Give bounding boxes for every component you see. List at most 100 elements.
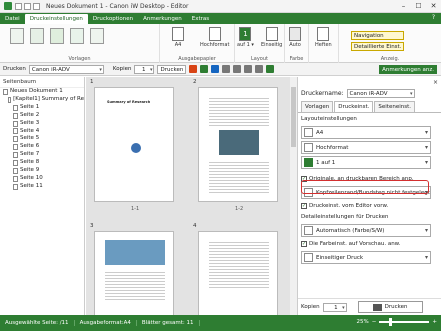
tree-item[interactable]: Seite 6 — [3, 143, 84, 151]
detail-section-title: Detaileinstellungen für Drucken — [301, 214, 389, 220]
undo-quick-icon[interactable] — [24, 2, 31, 10]
pages-per-sheet-button[interactable]: 1 auf 1 ▾ — [237, 27, 254, 48]
zoom-slider[interactable] — [379, 318, 430, 326]
reset-icon[interactable] — [266, 65, 275, 73]
zoom-in-icon[interactable]: + — [432, 319, 437, 325]
page-thumbnail-3[interactable] — [94, 231, 174, 321]
tree-item[interactable]: Seite 1 — [3, 104, 84, 112]
tab-druckoptionen[interactable]: Druckoptionen — [88, 14, 138, 24]
print-toolbar: Drucken Canon iR-ADV Kopien 1 Drucken An… — [0, 63, 441, 76]
zoom-slider-thumb[interactable] — [389, 318, 393, 326]
ribbon-group-label: Anzeig. — [380, 56, 400, 62]
color-button[interactable]: Auto — [289, 27, 301, 48]
tree-item[interactable]: Seite 3 — [3, 120, 84, 128]
ribbon-group-layout: 1 auf 1 ▾ Einseitig Layout — [235, 24, 285, 63]
zoom-icon[interactable] — [233, 65, 242, 73]
template-1-icon[interactable] — [10, 28, 24, 44]
tree-item[interactable]: Seite 7 — [3, 151, 84, 159]
tab-druckeinst[interactable]: Druckeinst. — [334, 101, 374, 112]
copies-field[interactable]: 1 — [134, 64, 155, 74]
printer-icon — [372, 303, 382, 311]
orientation-select[interactable]: Hochformat ▾ — [301, 141, 431, 154]
fit-icon[interactable] — [244, 65, 253, 73]
ribbon-group-label: Vorlagen — [68, 56, 91, 62]
close-window-button[interactable]: ✕ — [426, 0, 441, 13]
settings-tabs: Vorlagen Druckeinst. Seiteneinst. — [298, 101, 441, 113]
tab-druckeinstellungen[interactable]: Druckeinstellungen — [24, 14, 88, 24]
tab-seiteneinst[interactable]: Seiteneinst. — [374, 101, 416, 112]
help-icon[interactable]: ? — [432, 14, 435, 21]
show-annotations-button[interactable]: Anmerkungen anz. — [379, 64, 437, 74]
print-icon[interactable] — [189, 65, 198, 73]
ribbon-group-vorlagen: Vorlagen — [0, 24, 160, 63]
template-2-icon[interactable] — [30, 28, 44, 44]
copies-label: Kopien — [112, 66, 132, 72]
folder-icon — [3, 88, 8, 95]
page-thumbnail-1[interactable]: Summary of Research — [94, 87, 174, 202]
page-thumbnail-4[interactable] — [198, 231, 278, 321]
zoom-control: 25% − + — [357, 318, 437, 326]
template-4-icon[interactable] — [70, 28, 84, 44]
preview-settings-checkbox[interactable]: ✓ Druckeinst. vom Editor vorw. — [301, 201, 441, 211]
tab-anmerkungen[interactable]: Anmerkungen — [138, 14, 187, 24]
save-quick-icon[interactable] — [15, 2, 22, 10]
tree-item[interactable]: Seite 10 — [3, 175, 84, 183]
staple-button[interactable]: Heften — [315, 27, 332, 48]
tree-item[interactable]: Seite 11 — [3, 183, 84, 191]
template-5-icon[interactable] — [90, 28, 104, 44]
tree-item[interactable]: [Kapitel1] Summary of Re — [3, 96, 84, 104]
print-button[interactable]: Drucken — [357, 301, 423, 313]
navigation-button[interactable]: Navigation — [351, 31, 405, 40]
printer-select[interactable]: Canon iR-ADV — [28, 64, 104, 74]
redo-quick-icon[interactable] — [33, 2, 40, 10]
printer-label: Drucken — [3, 66, 26, 72]
minimize-button[interactable]: – — [396, 0, 411, 13]
paper-size-select[interactable]: A4 ▾ — [301, 126, 431, 139]
tab-vorlagen[interactable]: Vorlagen — [301, 101, 334, 112]
app-icon — [4, 2, 12, 10]
page-icon — [13, 136, 18, 143]
print-button[interactable]: Drucken — [157, 64, 187, 74]
annotation-icon[interactable] — [200, 65, 209, 73]
paper-size-button[interactable]: A4 — [172, 27, 184, 48]
sided-icon — [265, 27, 278, 41]
window-title: Neues Dokument 1 - Canon iW Desktop - Ed… — [46, 2, 189, 10]
close-pane-icon[interactable]: × — [433, 79, 438, 86]
tree-item[interactable]: Seite 8 — [3, 159, 84, 167]
copies-field[interactable]: 1 — [322, 302, 347, 312]
tree-item[interactable]: Seite 9 — [3, 167, 84, 175]
tree-item[interactable]: Neues Dokument 1 — [3, 88, 84, 96]
settings-pane: × Druckername: Canon iR-ADV Vorlagen Dru… — [297, 77, 441, 315]
rotate-icon[interactable] — [255, 65, 264, 73]
tab-extras[interactable]: Extras — [187, 14, 214, 24]
logo-icon — [131, 143, 141, 153]
layout-section-title: Layouteinstellungen — [301, 116, 357, 122]
scroll-thumb[interactable] — [291, 87, 296, 147]
paper-icon — [304, 128, 313, 137]
apply-color-checkbox[interactable]: ✓ Die Farbeinst. auf Vorschau. anw. — [301, 239, 441, 249]
printer-name-label: Druckername: — [301, 89, 344, 97]
printer-name-select[interactable]: Canon iR-ADV — [346, 88, 415, 98]
zoom-out-icon[interactable]: − — [372, 319, 377, 325]
tree-item[interactable]: Seite 4 — [3, 128, 84, 136]
ribbon-group-label: Ausgabepapier — [178, 56, 216, 62]
duplex-select[interactable]: Einseitiger Druck ▾ — [301, 251, 431, 264]
maximize-button[interactable]: ☐ — [411, 0, 426, 13]
orientation-button[interactable]: Hochformat — [200, 27, 229, 48]
photo-image — [219, 130, 259, 155]
page-icon[interactable] — [222, 65, 231, 73]
preview-scrollbar[interactable] — [290, 77, 297, 315]
tree-item[interactable]: Seite 5 — [3, 135, 84, 143]
settings-icon[interactable] — [211, 65, 220, 73]
sided-button[interactable]: Einseitig — [261, 27, 282, 48]
template-3-icon[interactable] — [50, 28, 64, 44]
tab-datei[interactable]: Datei — [0, 14, 25, 24]
ribbon-group-ausgabepapier: A4 Hochformat Ausgabepapier — [160, 24, 235, 63]
pages-per-sheet-icon: 1 — [239, 27, 252, 41]
tree-item-label: Seite 11 — [20, 182, 43, 189]
page-thumbnail-2[interactable] — [198, 87, 278, 202]
color-mode-select[interactable]: Automatisch (Farbe/S/W) ▾ — [301, 224, 431, 237]
tree-item[interactable]: Seite 2 — [3, 112, 84, 120]
detail-settings-button[interactable]: Detaillierte Einst. — [351, 42, 405, 51]
nup-select[interactable]: 1 auf 1 ▾ — [301, 156, 431, 169]
